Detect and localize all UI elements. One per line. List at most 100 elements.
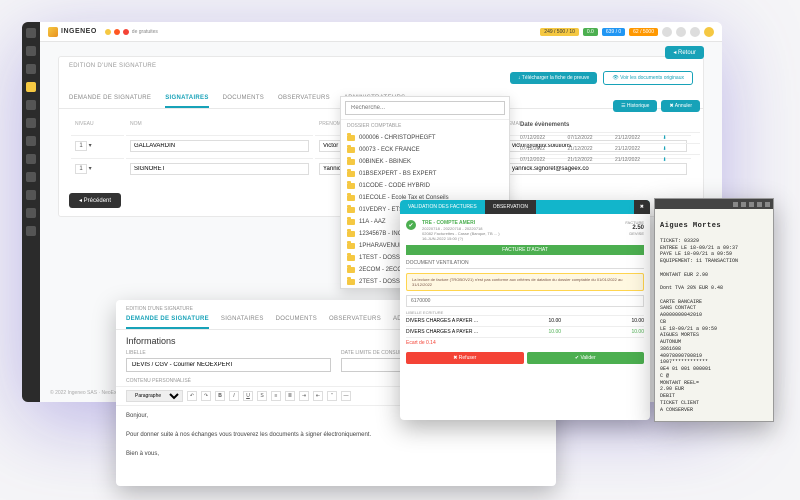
nav-icon[interactable] [26, 208, 36, 218]
tool-icon[interactable] [733, 202, 738, 207]
nav-icon[interactable] [26, 64, 36, 74]
event-row: 07/12/202207/12/202221/12/2022⬇ [520, 132, 700, 143]
avatar[interactable] [676, 27, 686, 37]
ecart-line: Ecart de 0.14 [406, 337, 644, 348]
download-button[interactable]: ↓ Télécharger la fiche de preuve [510, 72, 597, 84]
badge-3: 639 / 0 [602, 28, 625, 36]
folder-item[interactable]: 00BINEK - BBINEK [341, 156, 509, 168]
invoice-window: VALIDATION DES FACTURES OBSERVATION ✖ ✔ … [400, 200, 650, 420]
tab-observateurs[interactable]: OBSERVATEURS [329, 316, 381, 329]
footer: © 2022 Ingeneo SAS · NeoExpert [50, 390, 125, 396]
nav-icon[interactable] [26, 118, 36, 128]
paragraph-select[interactable]: Paragraphe [126, 390, 183, 402]
tab-demande[interactable]: DEMANDE DE SIGNATURE [69, 95, 151, 108]
col-nom: NOM [126, 115, 313, 133]
cancel-button[interactable]: ✖ Annuler [661, 100, 700, 112]
redo-icon[interactable]: ↷ [201, 391, 211, 401]
tab-documents[interactable]: DOCUMENTS [223, 95, 264, 108]
tool-icon[interactable] [765, 202, 770, 207]
panel-title: EDITION D'UNE SIGNATURE [59, 57, 703, 71]
prev-button[interactable]: ◂ Précédent [69, 193, 121, 208]
nav-icon[interactable] [26, 46, 36, 56]
niveau-cell[interactable]: 1 [75, 164, 87, 174]
tool-icon[interactable] [757, 202, 762, 207]
libelle-label: LIBELLE [126, 350, 331, 356]
tab-observateurs[interactable]: OBSERVATEURS [278, 95, 330, 108]
folder-icon [347, 147, 355, 153]
folder-icon [347, 267, 355, 273]
folder-item[interactable]: 000006 - CHRISTOPHEGFT [341, 132, 509, 144]
nom-input[interactable] [130, 140, 309, 152]
tab-documents[interactable]: DOCUMENTS [276, 316, 317, 329]
account-field[interactable]: 6170000 [406, 295, 644, 307]
tab-validation[interactable]: VALIDATION DES FACTURES [400, 200, 485, 214]
receipt-title: Aigues Mortes [660, 222, 768, 231]
nom-input[interactable] [130, 163, 309, 175]
niveau-cell[interactable]: 1 [75, 141, 87, 151]
strike-icon[interactable]: S [257, 391, 267, 401]
alert-icon[interactable] [114, 29, 120, 35]
folder-item[interactable]: 00073 - ECK FRANCE [341, 144, 509, 156]
warning-banner: La lecture de facture (TROBOV21) n'est p… [406, 273, 644, 291]
logo-text: INGENEO [61, 28, 97, 35]
folder-icon [347, 243, 355, 249]
nav-icon[interactable] [26, 226, 36, 236]
bell-icon[interactable] [105, 29, 111, 35]
tab-observation[interactable]: OBSERVATION [485, 200, 536, 214]
nav-icon[interactable] [26, 172, 36, 182]
history-button[interactable]: ☰ Historique [613, 100, 657, 112]
quote-icon[interactable]: ” [327, 391, 337, 401]
receipt-viewer: Aigues Mortes TICKET: 03329 ENTREE LE 18… [654, 198, 774, 422]
nav-icon[interactable] [26, 136, 36, 146]
bold-icon[interactable]: B [215, 391, 225, 401]
libelle-input[interactable] [126, 358, 331, 372]
folder-icon [347, 279, 355, 285]
nav-icon[interactable] [26, 190, 36, 200]
list-icon[interactable]: ≡ [271, 391, 281, 401]
sidebar [22, 22, 40, 402]
list-ol-icon[interactable]: ≣ [285, 391, 295, 401]
search-input[interactable] [345, 101, 505, 115]
nav-icon[interactable] [26, 154, 36, 164]
tool-icon[interactable] [741, 202, 746, 207]
indent-icon[interactable]: ⇥ [299, 391, 309, 401]
tool-icon[interactable] [749, 202, 754, 207]
folder-icon [347, 183, 355, 189]
validate-button[interactable]: ✔ Valider [527, 352, 645, 364]
view-docs-button[interactable]: 👁 Voir les documents originaux [603, 71, 693, 85]
folder-item[interactable]: 01BSEXPERT - BS EXPERT [341, 168, 509, 180]
folder-item[interactable]: 01CODE - CODE HYBRID [341, 180, 509, 192]
logo[interactable]: INGENEO [48, 27, 97, 37]
invoice-type-bar: FACTURE D'ACHAT [406, 245, 644, 255]
undo-icon[interactable]: ↶ [187, 391, 197, 401]
tab-signataires[interactable]: SIGNATAIRES [165, 95, 208, 108]
charge-line: DIVERS CHARGES A PAYER ...10.0010.00 [406, 315, 644, 326]
event-row: 07/12/202221/12/202221/12/2022⬇ [520, 143, 700, 154]
folder-icon [347, 159, 355, 165]
col-niveau: NIVEAU [71, 115, 124, 133]
italic-icon[interactable]: I [229, 391, 239, 401]
nav-icon-active[interactable] [26, 82, 36, 92]
check-icon: ✔ [406, 220, 416, 230]
hr-icon[interactable]: — [341, 391, 351, 401]
receipt-text: TICKET: 03329 ENTREE LE 18-09/21 a 09:37… [660, 238, 768, 414]
topbar-right: 249 / 500 / 10 0.0 639 / 0 62 / 5000 [540, 27, 714, 37]
events-panel: ☰ Historique ✖ Annuler Date évènements 0… [520, 100, 700, 165]
return-button[interactable]: ◂ Retour [665, 46, 704, 59]
avatar[interactable] [704, 27, 714, 37]
events-header: Date évènements [520, 118, 700, 132]
refuse-button[interactable]: ✖ Refuser [406, 352, 524, 364]
tab-demande[interactable]: DEMANDE DE SIGNATURE [126, 316, 209, 329]
sub-tabs[interactable]: DOCUMENT VENTILATION [406, 258, 644, 269]
underline-icon[interactable]: U [243, 391, 253, 401]
folder-icon [347, 171, 355, 177]
receipt-toolbar [655, 199, 773, 209]
avatar[interactable] [662, 27, 672, 37]
nav-icon[interactable] [26, 100, 36, 110]
top-alerts: de gratuites [105, 29, 158, 35]
nav-icon[interactable] [26, 28, 36, 38]
outdent-icon[interactable]: ⇤ [313, 391, 323, 401]
avatar[interactable] [690, 27, 700, 37]
tab-signataires[interactable]: SIGNATAIRES [221, 316, 264, 329]
warn-icon[interactable] [123, 29, 129, 35]
